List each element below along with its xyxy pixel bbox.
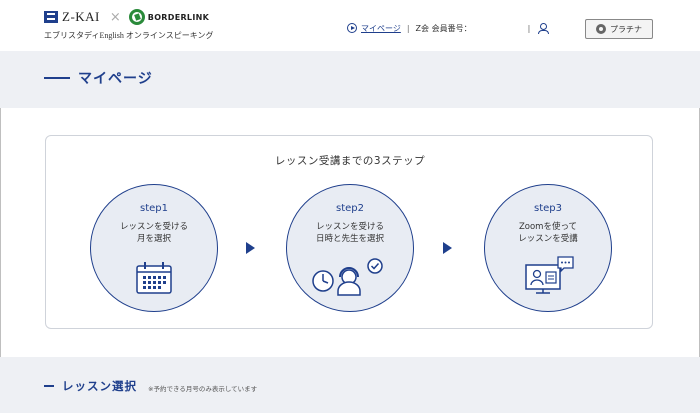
step-2-circle: step2 レッスンを受ける 日時と先生を選択 — [286, 184, 414, 312]
mypage-link[interactable]: マイページ — [361, 23, 401, 34]
lesson-select-section: レッスン選択 ※予約できる月号のみ表示しています — [0, 357, 700, 413]
step-3-circle: step3 Zoomを使って レッスンを受講 — [484, 184, 612, 312]
step-1-circle: step1 レッスンを受ける 月を選択 — [90, 184, 218, 312]
nav-separator: | — [406, 23, 410, 33]
user-icon[interactable] — [538, 22, 550, 34]
step-3-line1: Zoomを使って — [518, 222, 578, 232]
step-arrow-2 — [443, 242, 452, 254]
play-circle-icon — [347, 23, 357, 33]
zkai-logo-text: Z-KAI — [62, 9, 100, 24]
step-arrow-1 — [246, 242, 255, 254]
step-1-description: レッスンを受ける 月を選択 — [91, 221, 217, 245]
step-3-description: Zoomを使って レッスンを受講 — [485, 221, 611, 245]
video-lesson-icon — [525, 256, 574, 294]
nav-separator: | — [527, 23, 531, 33]
section-decoration — [44, 385, 54, 387]
lesson-select-title: レッスン選択 — [62, 379, 137, 393]
medal-icon — [596, 24, 606, 34]
plan-badge: プラチナ — [585, 19, 653, 39]
steps-card: レッスン受講までの3ステップ step1 レッスンを受ける 月を選択 step2… — [45, 135, 653, 329]
step-3-line2: レッスンを受講 — [518, 234, 578, 244]
step-2-line1: レッスンを受ける — [315, 222, 384, 232]
step-3-name: step3 — [534, 203, 562, 214]
borderlink-logo-text: BORDERLINK — [147, 12, 210, 22]
plan-badge-label: プラチナ — [610, 24, 642, 34]
borderlink-logo-icon — [128, 9, 145, 25]
title-decoration — [44, 77, 70, 79]
step-2-line2: 日時と先生を選択 — [315, 234, 384, 244]
zkai-logo-icon — [44, 11, 58, 23]
step-2-name: step2 — [336, 203, 364, 214]
step-1-name: step1 — [140, 203, 168, 214]
header-nav: マイページ | Z会 会員番号： | — [347, 22, 550, 34]
page-title-band: マイページ — [0, 51, 700, 108]
step-2-description: レッスンを受ける 日時と先生を選択 — [287, 221, 413, 245]
steps-card-title: レッスン受講までの3ステップ — [274, 155, 426, 167]
step-1-line1: レッスンを受ける — [119, 222, 188, 232]
calendar-icon — [136, 262, 172, 294]
lesson-select-note: ※予約できる月号のみ表示しています — [148, 385, 258, 393]
step-1-line2: 月を選択 — [136, 234, 171, 244]
site-header: Z-KAI × BORDERLINK エブリスタディEnglish オンラインス… — [0, 0, 700, 51]
page-title: マイページ — [78, 71, 153, 87]
brand-logos[interactable]: Z-KAI × BORDERLINK — [44, 9, 209, 25]
clock-teacher-icon — [312, 258, 383, 296]
service-subtitle: エブリスタディEnglish オンラインスピーキング — [44, 31, 214, 40]
member-number-label: Z会 会員番号： — [415, 23, 472, 33]
brand-times: × — [109, 9, 121, 25]
